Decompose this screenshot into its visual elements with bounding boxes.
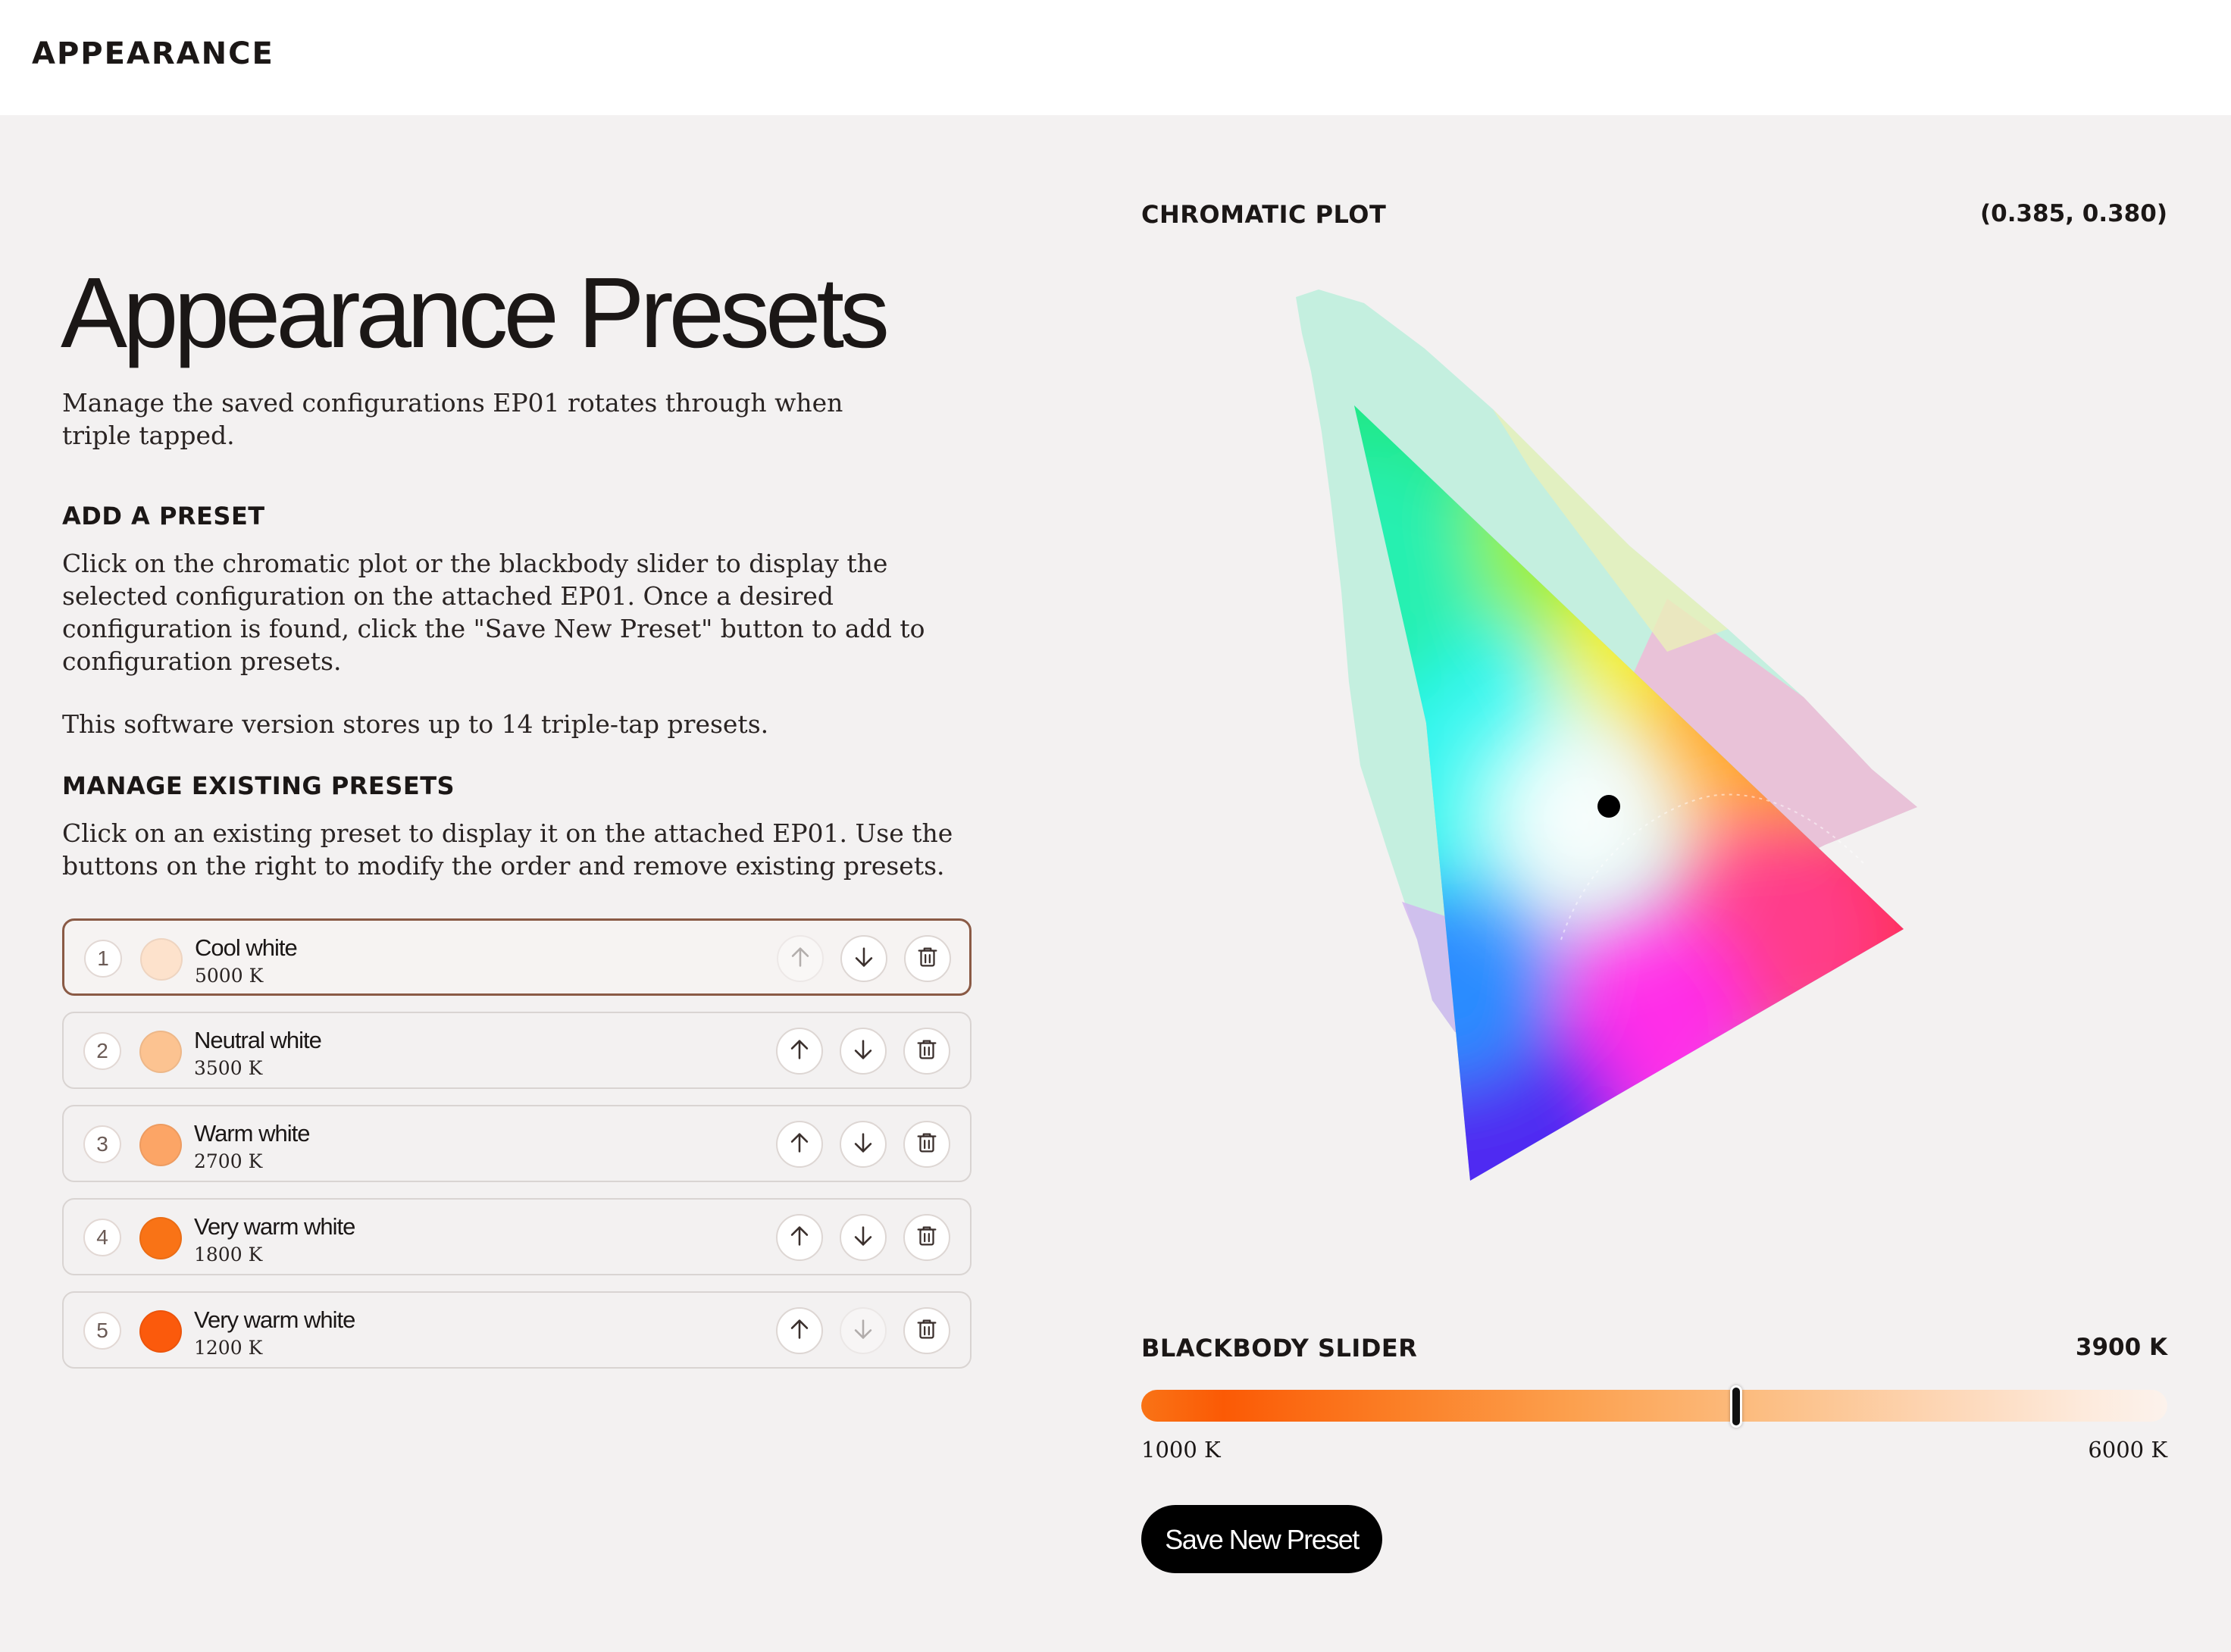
arrow-up-icon	[787, 1316, 812, 1346]
preset-color-swatch	[139, 1310, 182, 1353]
slider-min-label: 1000 K	[1141, 1437, 1221, 1463]
arrow-up-icon	[787, 1223, 812, 1253]
preset-index: 1	[84, 940, 122, 978]
delete-preset-button[interactable]	[903, 1028, 950, 1075]
add-preset-heading: ADD A PRESET	[62, 502, 265, 530]
blackbody-slider[interactable]	[1141, 1385, 2167, 1428]
chromatic-plot[interactable]	[1137, 273, 2046, 1243]
delete-preset-button[interactable]	[904, 935, 951, 982]
chromatic-coordinate: (0.385, 0.380)	[1979, 200, 2167, 227]
move-up-button[interactable]	[776, 1214, 823, 1261]
gamut-triangle	[1354, 405, 1904, 1181]
add-preset-text: Click on the chromatic plot or the black…	[62, 549, 925, 676]
preset-temperature: 3500 K	[194, 1057, 263, 1079]
manage-presets-heading: MANAGE EXISTING PRESETS	[62, 771, 455, 800]
page-title: Appearance Presets	[61, 257, 890, 368]
preset-name: Very warm white	[194, 1213, 355, 1240]
arrow-down-icon	[850, 1037, 876, 1066]
trash-icon	[914, 1316, 940, 1346]
slider-max-label: 6000 K	[2088, 1437, 2167, 1463]
preset-index: 5	[83, 1312, 121, 1350]
delete-preset-button[interactable]	[903, 1214, 950, 1261]
delete-preset-button[interactable]	[903, 1307, 950, 1354]
trash-icon	[914, 1223, 940, 1253]
preset-row[interactable]: 4 Very warm white 1800 K	[62, 1198, 972, 1275]
preset-row[interactable]: 2 Neutral white 3500 K	[62, 1012, 972, 1089]
save-new-preset-button[interactable]: Save New Preset	[1141, 1505, 1382, 1573]
trash-icon	[914, 1037, 940, 1066]
manage-presets-text: Click on an existing preset to display i…	[62, 818, 953, 881]
preset-color-swatch	[139, 1031, 182, 1073]
top-bar: APPEARANCE	[0, 0, 2231, 115]
preset-temperature: 5000 K	[195, 965, 264, 987]
preset-index: 2	[83, 1032, 121, 1070]
app-title: APPEARANCE	[32, 36, 274, 71]
preset-row[interactable]: 3 Warm white 2700 K	[62, 1105, 972, 1182]
move-up-button[interactable]	[776, 1121, 823, 1168]
arrow-up-icon	[787, 1130, 812, 1159]
move-down-button[interactable]	[840, 1214, 887, 1261]
blackbody-value: 3900 K	[2075, 1334, 2167, 1361]
slider-handle[interactable]	[1730, 1385, 1743, 1428]
move-down-button[interactable]	[840, 935, 887, 982]
selected-chromaticity-point[interactable]	[1597, 795, 1620, 818]
move-down-button[interactable]	[840, 1121, 887, 1168]
preset-row[interactable]: 5 Very warm white 1200 K	[62, 1291, 972, 1369]
arrow-down-icon	[850, 1130, 876, 1159]
move-up-button[interactable]	[776, 1307, 823, 1354]
trash-icon	[914, 1130, 940, 1159]
preset-name: Cool white	[195, 934, 298, 961]
preset-row[interactable]: 1 Cool white 5000 K	[62, 918, 972, 996]
move-down-button[interactable]	[840, 1028, 887, 1075]
preset-color-swatch	[139, 1217, 182, 1259]
blackbody-slider-label: BLACKBODY SLIDER	[1141, 1334, 1418, 1363]
capacity-text: This software version stores up to 14 tr…	[62, 709, 769, 739]
arrow-down-icon	[850, 1223, 876, 1253]
move-down-button[interactable]	[840, 1307, 887, 1354]
delete-preset-button[interactable]	[903, 1121, 950, 1168]
preset-temperature: 1200 K	[194, 1337, 263, 1359]
arrow-up-icon	[787, 1037, 812, 1066]
intro-text: Manage the saved configurations EP01 rot…	[62, 388, 843, 450]
arrow-down-icon	[851, 944, 877, 974]
arrow-up-icon	[787, 944, 813, 974]
preset-index: 4	[83, 1219, 121, 1256]
preset-temperature: 1800 K	[194, 1244, 263, 1266]
preset-name: Warm white	[194, 1120, 310, 1147]
preset-color-swatch	[139, 1124, 182, 1166]
preset-list: 1 Cool white 5000 K 2 Neutral white 3500 K 3 Wa…	[62, 918, 972, 1384]
trash-icon	[915, 944, 940, 974]
move-up-button[interactable]	[776, 1028, 823, 1075]
preset-name: Neutral white	[194, 1027, 322, 1053]
move-up-button[interactable]	[777, 935, 824, 982]
preset-index: 3	[83, 1125, 121, 1163]
arrow-down-icon	[850, 1316, 876, 1346]
preset-temperature: 2700 K	[194, 1150, 263, 1172]
chromatic-plot-label: CHROMATIC PLOT	[1141, 200, 1387, 229]
preset-name: Very warm white	[194, 1306, 355, 1333]
preset-color-swatch	[140, 938, 183, 981]
